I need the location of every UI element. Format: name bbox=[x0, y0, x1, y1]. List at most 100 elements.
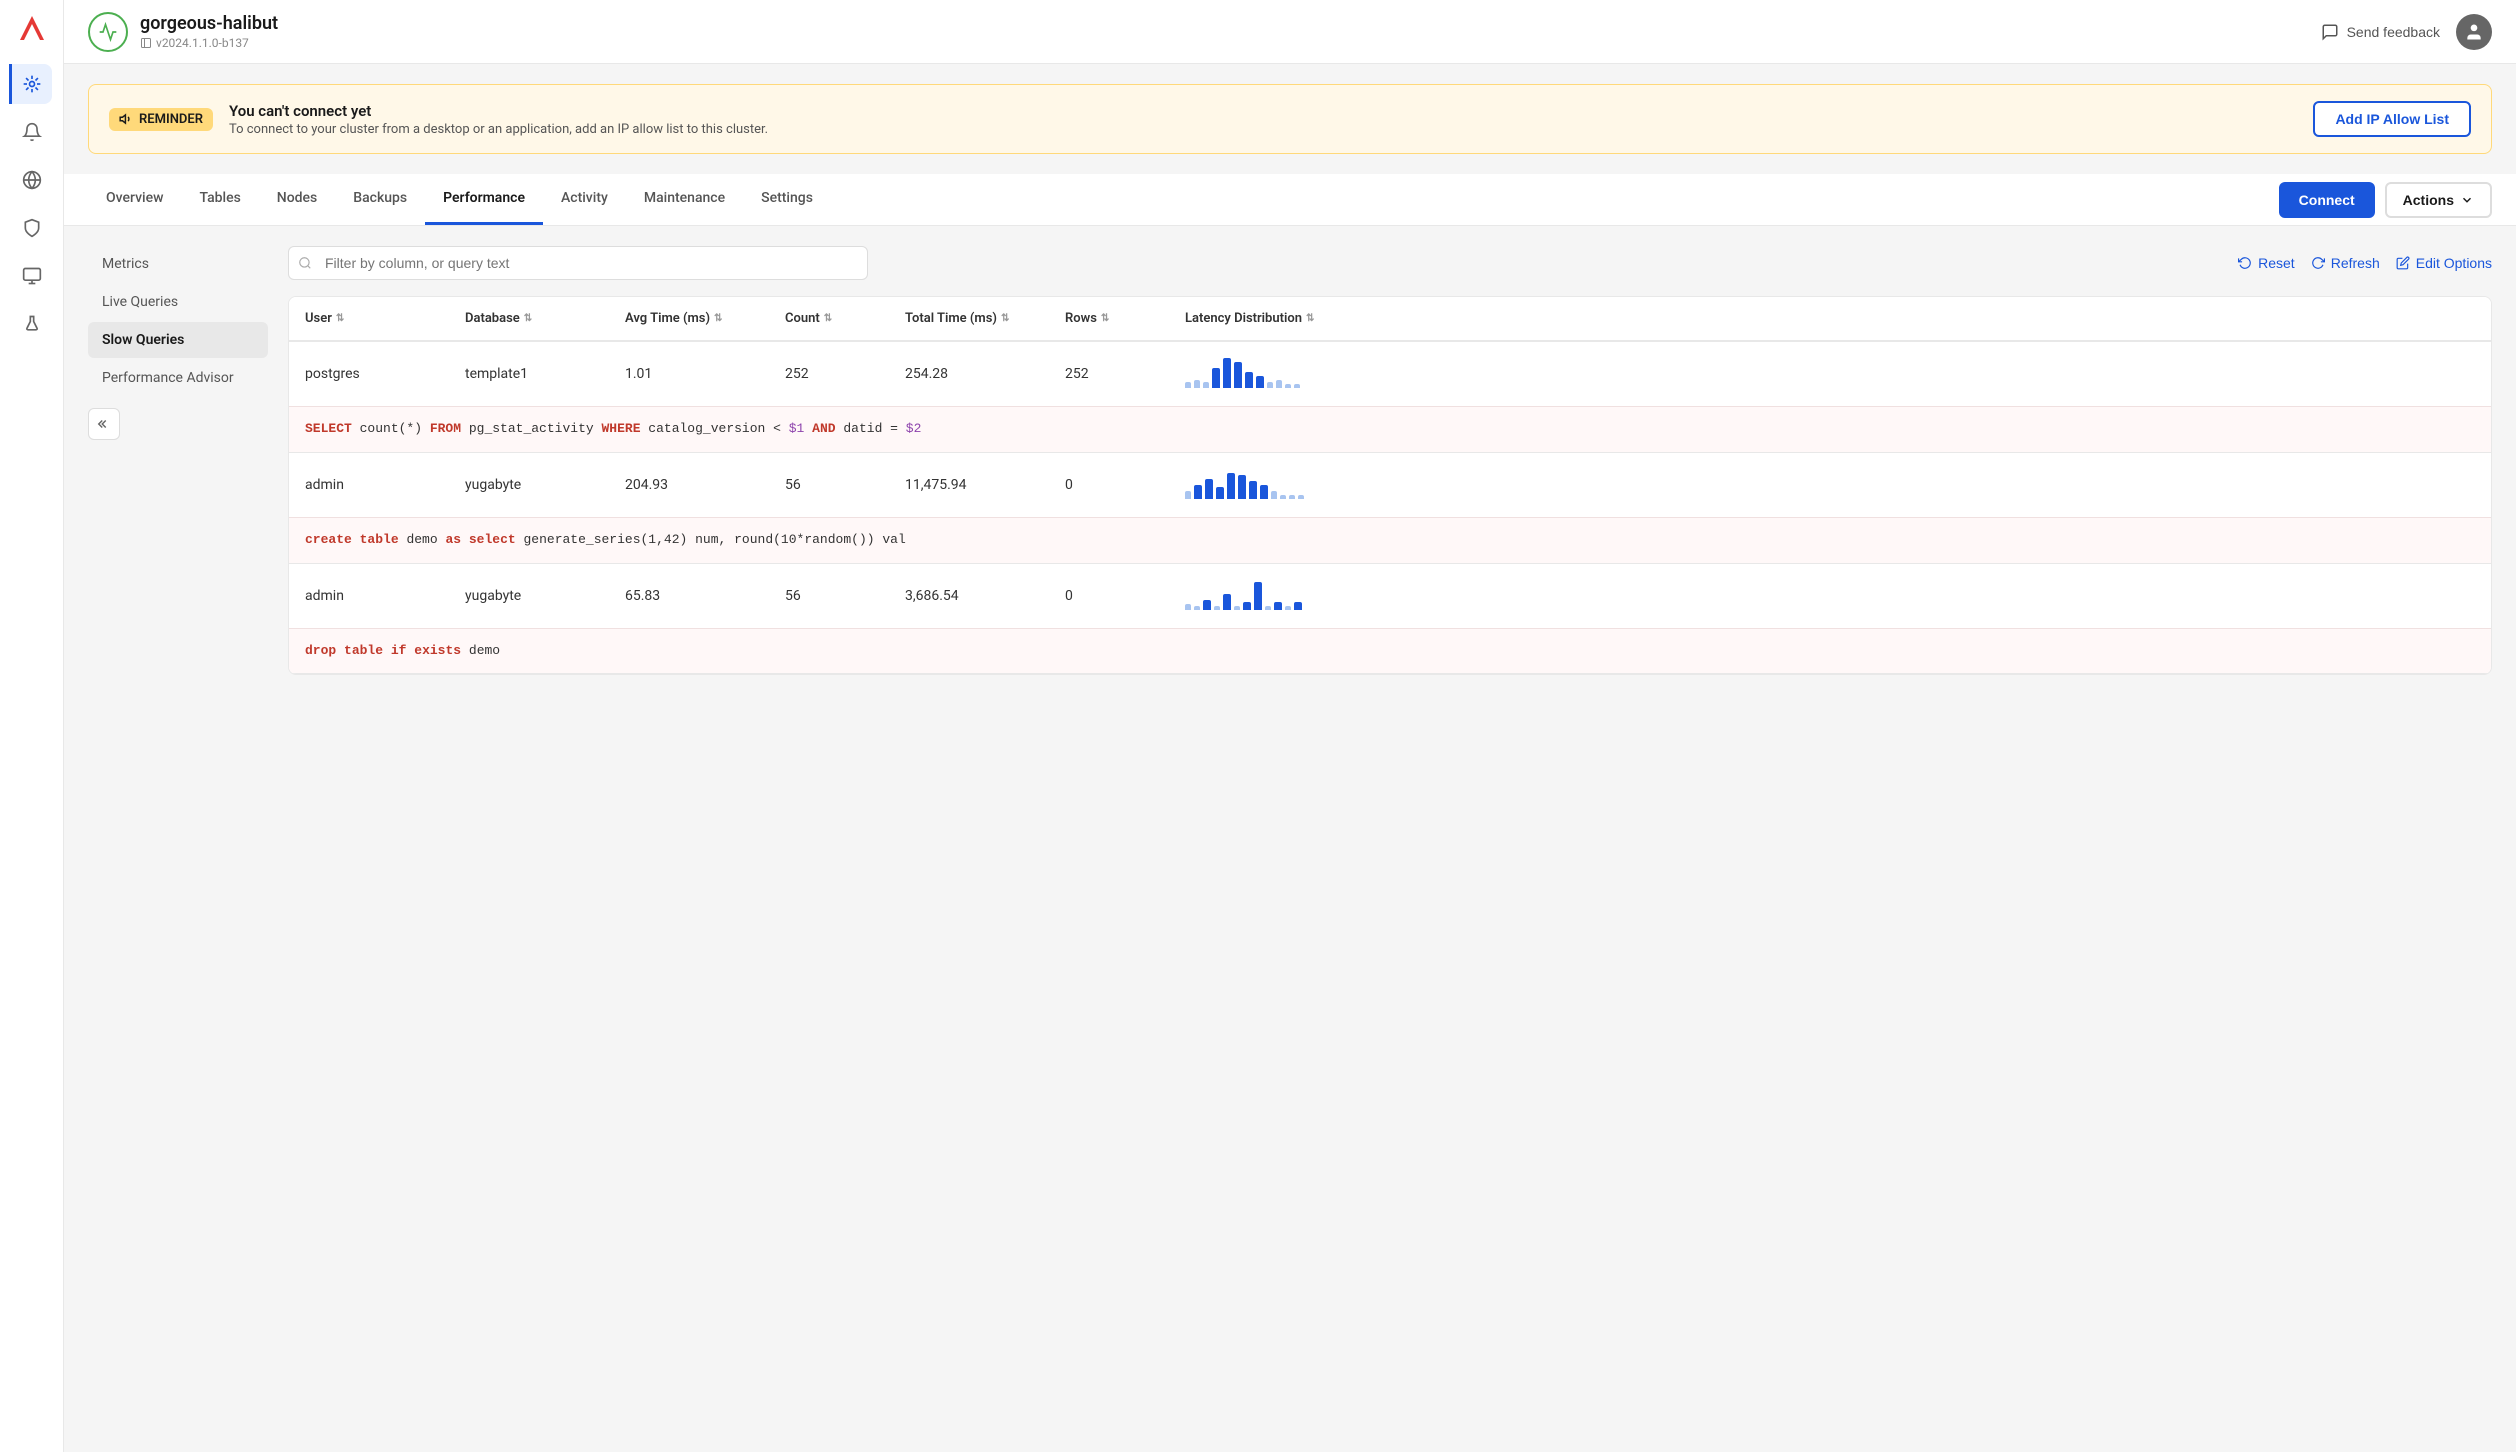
tab-activity[interactable]: Activity bbox=[543, 174, 626, 225]
add-ip-allow-list-button[interactable]: Add IP Allow List bbox=[2313, 101, 2471, 137]
bar bbox=[1203, 382, 1209, 388]
tab-performance[interactable]: Performance bbox=[425, 174, 543, 225]
cell-total-time-3: 3,686.54 bbox=[889, 574, 1049, 618]
table-row: admin yugabyte 65.83 56 3,686.54 0 bbox=[289, 564, 2491, 675]
bar bbox=[1223, 358, 1231, 388]
col-header-user[interactable]: User ⇅ bbox=[289, 297, 449, 340]
cell-count-3: 56 bbox=[769, 574, 889, 618]
bar bbox=[1274, 602, 1282, 610]
bar bbox=[1194, 485, 1202, 499]
connect-button[interactable]: Connect bbox=[2279, 182, 2375, 218]
cell-avg-time-2: 204.93 bbox=[609, 463, 769, 507]
bar bbox=[1294, 602, 1302, 610]
cell-count-1: 252 bbox=[769, 352, 889, 396]
cell-database-2: yugabyte bbox=[449, 463, 609, 507]
cluster-version: v2024.1.1.0-b137 bbox=[140, 36, 278, 50]
bar bbox=[1243, 602, 1251, 610]
performance-sidebar: Metrics Live Queries Slow Queries Perfor… bbox=[88, 246, 268, 675]
filter-input[interactable] bbox=[288, 246, 868, 280]
cluster-info: gorgeous-halibut v2024.1.1.0-b137 bbox=[88, 12, 278, 52]
sidebar-item-labs[interactable] bbox=[12, 304, 52, 344]
col-header-rows[interactable]: Rows ⇅ bbox=[1049, 297, 1169, 340]
main-tabs: Overview Tables Nodes Backups Performanc… bbox=[88, 174, 831, 225]
performance-panel: Metrics Live Queries Slow Queries Perfor… bbox=[64, 226, 2516, 695]
send-feedback-button[interactable]: Send feedback bbox=[2321, 23, 2440, 41]
col-header-database[interactable]: Database ⇅ bbox=[449, 297, 609, 340]
tab-backups[interactable]: Backups bbox=[335, 174, 425, 225]
cell-count-2: 56 bbox=[769, 463, 889, 507]
tabs-actions: Connect Actions bbox=[2279, 182, 2492, 218]
cell-total-time-2: 11,475.94 bbox=[889, 463, 1049, 507]
col-header-avg-time[interactable]: Avg Time (ms) ⇅ bbox=[609, 297, 769, 340]
tabs-bar: Overview Tables Nodes Backups Performanc… bbox=[64, 174, 2516, 226]
bar bbox=[1265, 606, 1271, 610]
table-header: User ⇅ Database ⇅ Avg Time (ms) ⇅ Coun bbox=[289, 297, 2491, 342]
bar bbox=[1254, 582, 1262, 610]
bar bbox=[1185, 382, 1191, 388]
actions-button[interactable]: Actions bbox=[2385, 182, 2492, 218]
data-row-1[interactable]: postgres template1 1.01 252 254.28 252 bbox=[289, 342, 2491, 406]
sidebar-item-live-queries[interactable]: Live Queries bbox=[88, 284, 268, 320]
bar bbox=[1249, 481, 1257, 499]
cluster-icon bbox=[88, 12, 128, 52]
cluster-name: gorgeous-halibut bbox=[140, 13, 278, 34]
bar bbox=[1212, 368, 1220, 388]
tab-nodes[interactable]: Nodes bbox=[259, 174, 335, 225]
cluster-details: gorgeous-halibut v2024.1.1.0-b137 bbox=[140, 13, 278, 50]
main-content: gorgeous-halibut v2024.1.1.0-b137 Send f… bbox=[64, 0, 2516, 1452]
bar bbox=[1234, 362, 1242, 388]
sidebar-item-clusters[interactable] bbox=[9, 64, 52, 104]
bar bbox=[1294, 384, 1300, 388]
sidebar-item-slow-queries[interactable]: Slow Queries bbox=[88, 322, 268, 358]
bar bbox=[1216, 487, 1224, 499]
bar bbox=[1227, 473, 1235, 499]
tab-settings[interactable]: Settings bbox=[743, 174, 831, 225]
slow-queries-table: User ⇅ Database ⇅ Avg Time (ms) ⇅ Coun bbox=[288, 296, 2492, 675]
collapse-sidebar-button[interactable] bbox=[88, 408, 120, 440]
refresh-button[interactable]: Refresh bbox=[2311, 255, 2380, 271]
data-row-3[interactable]: admin yugabyte 65.83 56 3,686.54 0 bbox=[289, 564, 2491, 628]
query-toolbar: Reset Refresh Edit Options bbox=[288, 246, 2492, 280]
sidebar-item-global[interactable] bbox=[12, 160, 52, 200]
edit-options-button[interactable]: Edit Options bbox=[2396, 255, 2492, 271]
header-actions: Send feedback bbox=[2321, 14, 2492, 50]
cell-database-1: template1 bbox=[449, 352, 609, 396]
sidebar-item-metrics[interactable]: Metrics bbox=[88, 246, 268, 282]
bar bbox=[1185, 604, 1191, 610]
tab-overview[interactable]: Overview bbox=[88, 174, 181, 225]
reset-button[interactable]: Reset bbox=[2238, 255, 2295, 271]
col-header-latency[interactable]: Latency Distribution ⇅ bbox=[1169, 297, 2491, 340]
bar bbox=[1285, 384, 1291, 388]
bar bbox=[1298, 495, 1304, 499]
sidebar-item-notifications[interactable] bbox=[12, 112, 52, 152]
bar bbox=[1185, 491, 1191, 499]
app-logo[interactable] bbox=[14, 12, 50, 48]
bar bbox=[1245, 372, 1253, 388]
sidebar-item-monitoring[interactable] bbox=[12, 256, 52, 296]
sort-icon-rows: ⇅ bbox=[1101, 313, 1109, 324]
bar bbox=[1285, 606, 1291, 610]
cell-total-time-1: 254.28 bbox=[889, 352, 1049, 396]
sidebar-item-security[interactable] bbox=[12, 208, 52, 248]
cell-database-3: yugabyte bbox=[449, 574, 609, 618]
bar bbox=[1276, 380, 1282, 388]
latency-chart-2 bbox=[1185, 467, 2475, 503]
banner-text: You can't connect yet To connect to your… bbox=[229, 102, 768, 137]
sort-icon-latency: ⇅ bbox=[1306, 313, 1314, 324]
table-row: postgres template1 1.01 252 254.28 252 bbox=[289, 342, 2491, 453]
query-text-1: SELECT count(*) FROM pg_stat_activity WH… bbox=[289, 406, 2491, 452]
tab-tables[interactable]: Tables bbox=[181, 174, 258, 225]
bar bbox=[1234, 606, 1240, 610]
bar bbox=[1223, 594, 1231, 610]
query-panel: Reset Refresh Edit Options bbox=[288, 246, 2492, 675]
bar bbox=[1289, 495, 1295, 499]
user-avatar[interactable] bbox=[2456, 14, 2492, 50]
top-header: gorgeous-halibut v2024.1.1.0-b137 Send f… bbox=[64, 0, 2516, 64]
data-row-2[interactable]: admin yugabyte 204.93 56 11,475.94 0 bbox=[289, 453, 2491, 517]
page-content: REMINDER You can't connect yet To connec… bbox=[64, 64, 2516, 1452]
cell-user-2: admin bbox=[289, 463, 449, 507]
sidebar-item-performance-advisor[interactable]: Performance Advisor bbox=[88, 360, 268, 396]
col-header-count[interactable]: Count ⇅ bbox=[769, 297, 889, 340]
col-header-total-time[interactable]: Total Time (ms) ⇅ bbox=[889, 297, 1049, 340]
tab-maintenance[interactable]: Maintenance bbox=[626, 174, 743, 225]
